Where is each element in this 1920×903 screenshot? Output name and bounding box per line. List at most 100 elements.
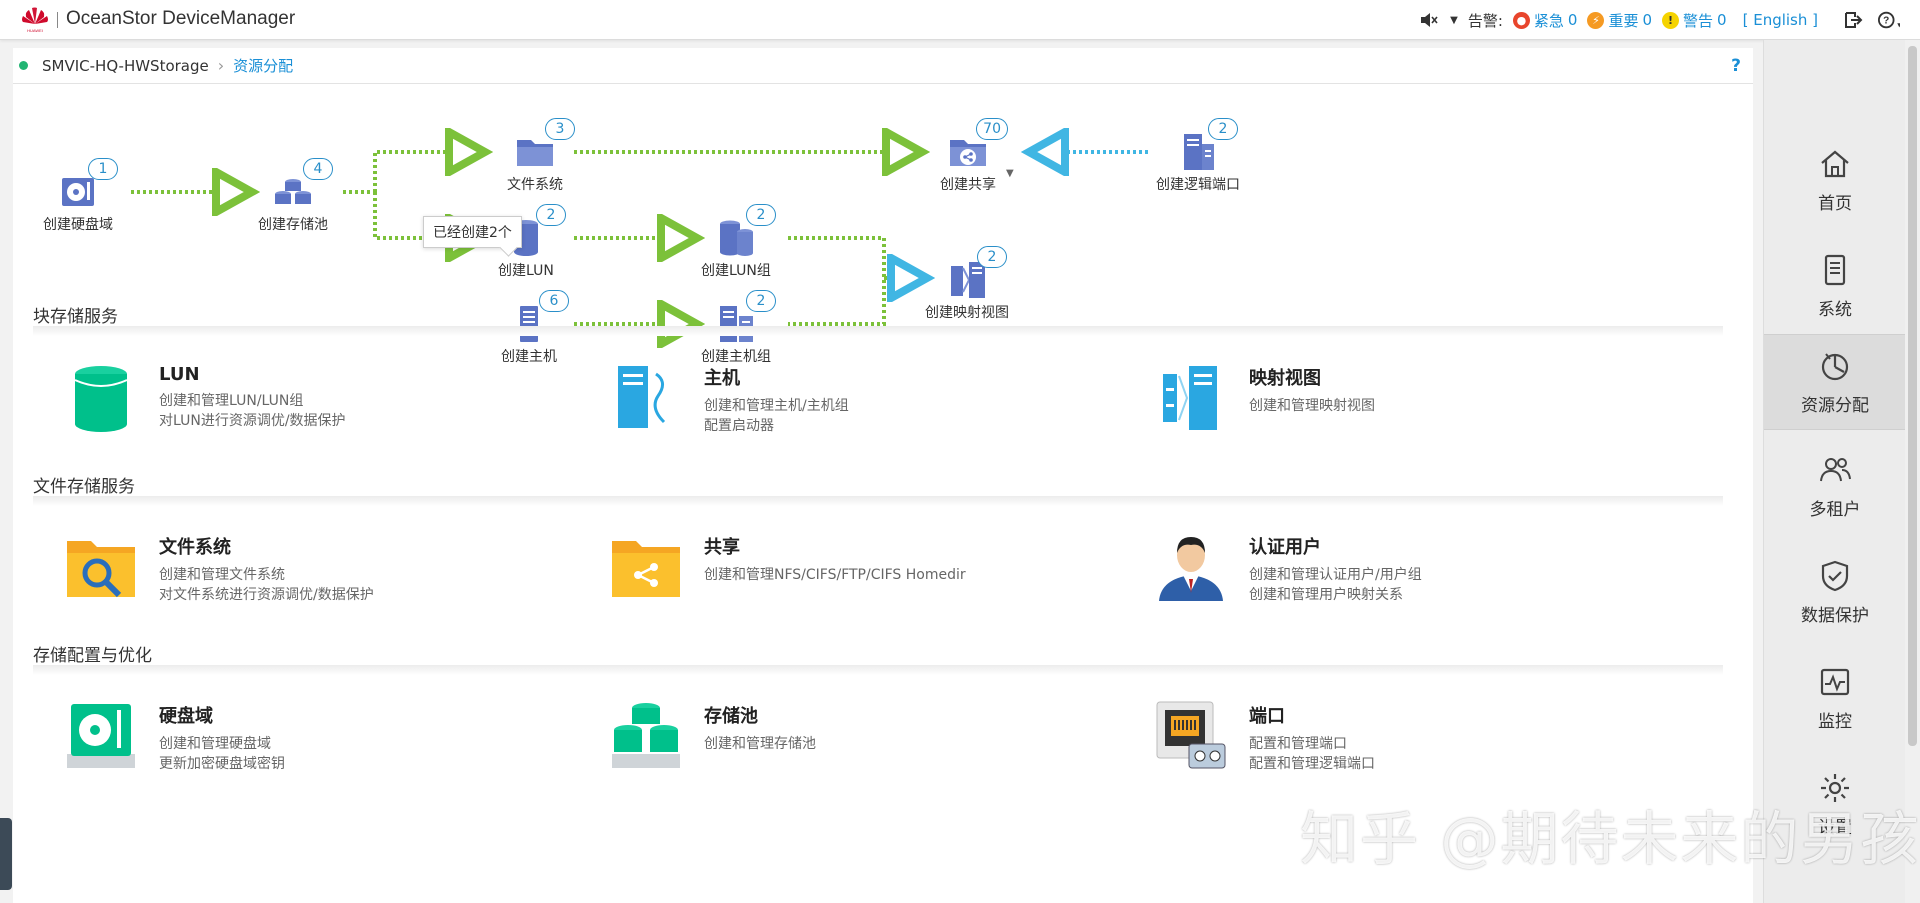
nav-label: 资源分配 <box>1801 395 1869 416</box>
card-desc-line: 创建和管理LUN/LUN组 <box>159 393 304 409</box>
workflow-node-share[interactable]: 70 创建共享 ▼ <box>940 118 1014 194</box>
speaker-muted-icon[interactable] <box>1418 9 1440 31</box>
workflow-count-badge: 3 <box>545 118 575 140</box>
page-help-icon[interactable]: ? <box>1731 56 1741 76</box>
provisioning-icon <box>1821 352 1849 380</box>
workflow-node-logical-port[interactable]: 2 创建逻辑端口 <box>1156 118 1240 194</box>
workflow-node-label: 创建主机 <box>501 349 557 365</box>
language-switch[interactable]: [ English ] <box>1743 11 1818 29</box>
svg-text:▾: ▾ <box>1897 19 1900 29</box>
card-title: 硬盘域 <box>159 706 213 727</box>
nav-label: 首页 <box>1818 193 1852 214</box>
ethernet-port-icon <box>1156 701 1226 769</box>
left-edge-tab[interactable] <box>0 818 12 890</box>
card-storage-pool[interactable]: 存储池 创建和管理存储池 <box>608 698 816 774</box>
critical-count: 0 <box>1567 11 1578 29</box>
disk-domain-green-icon <box>67 704 135 768</box>
card-desc-line: 创建和管理硬盘域 <box>159 736 271 752</box>
card-mapping-view[interactable]: 映射视图 创建和管理映射视图 <box>1153 360 1375 436</box>
workflow-node-label: 创建存储池 <box>258 217 328 233</box>
breadcrumb: SMVIC-HQ-HWStorage › 资源分配 <box>13 48 1753 84</box>
nav-item-system[interactable]: 系统 <box>1764 238 1906 334</box>
page-scrollbar[interactable] <box>1905 40 1920 903</box>
workflow-node-storage-pool[interactable]: 4 创建存储池 <box>258 158 333 234</box>
created-count-tooltip: 已经创建2个 <box>423 216 522 248</box>
nav-label: 多租户 <box>1809 499 1861 520</box>
card-port[interactable]: 端口 配置和管理端口 配置和管理逻辑端口 <box>1153 698 1375 774</box>
nav-item-monitor[interactable]: 监控 <box>1764 650 1906 746</box>
card-title: 主机 <box>704 368 740 389</box>
nav-item-multi-tenant[interactable]: 多租户 <box>1764 438 1906 534</box>
card-desc-line: 配置和管理端口 <box>1249 736 1347 752</box>
nav-label: 数据保护 <box>1801 605 1869 626</box>
alarm-warning[interactable]: ! 警告 0 <box>1662 10 1727 31</box>
card-lun[interactable]: LUN 创建和管理LUN/LUN组 对LUN进行资源调优/数据保护 <box>63 360 346 436</box>
scrollbar-thumb[interactable] <box>1908 46 1917 746</box>
card-auth-user[interactable]: 认证用户 创建和管理认证用户/用户组 创建和管理用户映射关系 <box>1153 529 1422 605</box>
card-desc-line: 创建和管理映射视图 <box>1249 398 1375 414</box>
alarm-dropdown-icon[interactable]: ▼ <box>1450 15 1458 26</box>
card-disk-domain[interactable]: 硬盘域 创建和管理硬盘域 更新加密硬盘域密钥 <box>63 698 285 774</box>
section-title-file: 文件存储服务 <box>33 477 135 497</box>
huawei-logo-icon: HUAWEI <box>22 7 48 33</box>
card-share[interactable]: 共享 创建和管理NFS/CIFS/FTP/CIFS Homedir <box>608 529 966 605</box>
card-title: 端口 <box>1249 706 1285 727</box>
host-blue-icon <box>618 366 666 428</box>
card-host[interactable]: 主机 创建和管理主机/主机组 配置启动器 <box>608 360 849 436</box>
alarm-major[interactable]: ⚡ 重要 0 <box>1587 10 1652 31</box>
watermark: 知乎 @期待未来的男孩 <box>1300 805 1920 873</box>
card-file-system[interactable]: 文件系统 创建和管理文件系统 对文件系统进行资源调优/数据保护 <box>63 529 374 605</box>
section-divider <box>33 326 1723 336</box>
workflow-node-disk-domain[interactable]: 1 创建硬盘域 <box>43 158 118 234</box>
monitor-icon <box>1820 668 1850 695</box>
card-title: 映射视图 <box>1249 368 1321 389</box>
alarm-label: 告警: <box>1467 11 1503 30</box>
section-divider <box>33 665 1723 675</box>
workflow-count-badge: 70 <box>976 118 1008 140</box>
card-title: LUN <box>159 364 200 385</box>
card-desc-line: 创建和管理用户映射关系 <box>1249 587 1403 603</box>
workflow-node-lun-group[interactable]: 2 创建LUN组 <box>701 204 776 280</box>
breadcrumb-device[interactable]: SMVIC-HQ-HWStorage <box>42 57 209 75</box>
share-folder-yellow-icon <box>612 541 680 597</box>
workflow-node-file-system[interactable]: 3 文件系统 <box>507 118 575 194</box>
major-label: 重要 <box>1608 11 1639 30</box>
card-desc-line: 配置启动器 <box>704 418 774 434</box>
workflow-node-label: 创建LUN <box>498 263 554 279</box>
card-desc-line: 创建和管理NFS/CIFS/FTP/CIFS Homedir <box>704 567 966 583</box>
share-dropdown-icon[interactable]: ▼ <box>1006 168 1014 179</box>
nav-item-provisioning[interactable]: 资源分配 <box>1764 334 1906 430</box>
user-avatar-icon <box>1159 537 1223 601</box>
section-title-block: 块存储服务 <box>33 307 118 327</box>
warning-label: 警告 <box>1683 11 1714 30</box>
warning-alarm-icon: ! <box>1662 11 1680 29</box>
card-desc-line: 对LUN进行资源调优/数据保护 <box>159 413 346 429</box>
logo-text: HUAWEI <box>27 28 43 33</box>
section-title-config: 存储配置与优化 <box>33 646 152 666</box>
workflow-node-label: 创建映射视图 <box>925 305 1009 321</box>
critical-alarm-icon: ● <box>1512 11 1530 29</box>
help-icon[interactable]: ?▾ <box>1878 9 1900 31</box>
alarm-critical[interactable]: ● 紧急 0 <box>1512 10 1578 31</box>
right-nav-sidebar: 首页 系统 资源分配 多租户 数据保护 监控 设置 <box>1763 40 1906 903</box>
storage-pool-green-icon <box>612 703 680 768</box>
workflow-count-badge: 6 <box>539 290 569 312</box>
nav-label: 系统 <box>1818 299 1852 320</box>
major-count: 0 <box>1642 11 1653 29</box>
workflow-count-badge: 4 <box>303 158 333 180</box>
card-title: 存储池 <box>704 706 758 727</box>
logout-icon[interactable] <box>1842 9 1864 31</box>
nav-item-data-protection[interactable]: 数据保护 <box>1764 544 1906 640</box>
warning-count: 0 <box>1717 11 1727 29</box>
device-status-icon <box>19 61 28 70</box>
main-content: SMVIC-HQ-HWStorage › 资源分配 ? 1 创建硬盘域 4 创建… <box>13 48 1753 903</box>
file-system-folder-icon <box>67 541 135 598</box>
workflow-count-badge: 1 <box>88 158 118 180</box>
section-divider <box>33 496 1723 506</box>
critical-label: 紧急 <box>1533 11 1564 30</box>
top-bar: HUAWEI OceanStor DeviceManager ▼ 告警: ● 紧… <box>0 0 1920 40</box>
shield-icon <box>1821 560 1849 591</box>
lun-green-cylinder-icon <box>74 366 128 432</box>
workflow-node-mapping-view[interactable]: 2 创建映射视图 <box>925 246 1009 322</box>
nav-item-home[interactable]: 首页 <box>1764 132 1906 228</box>
